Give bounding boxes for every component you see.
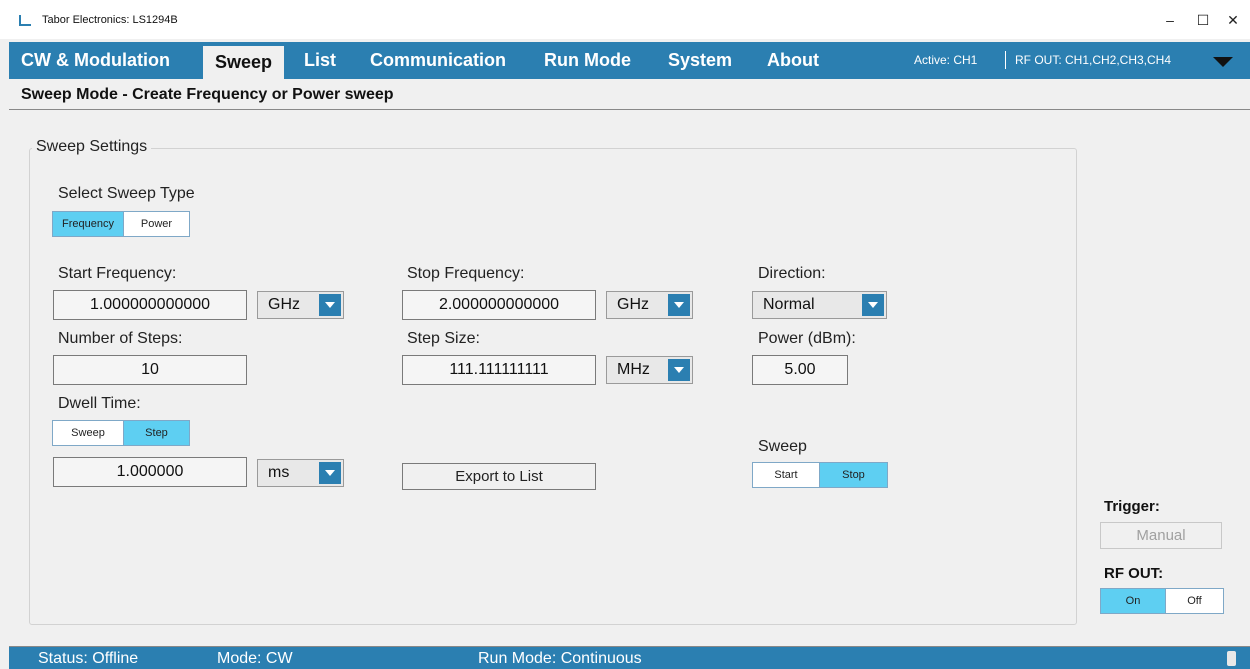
- dwell-mode-toggle: Sweep Step: [52, 420, 190, 446]
- tab-sweep[interactable]: Sweep: [203, 46, 285, 79]
- dwell-step-option[interactable]: Step: [123, 421, 189, 445]
- rf-out-label: RF OUT:: [1104, 565, 1164, 582]
- minimize-button[interactable]: –: [1155, 8, 1185, 32]
- sweep-type-toggle: Frequency Power: [52, 211, 190, 237]
- maximize-button[interactable]: ☐: [1188, 8, 1218, 32]
- tab-list[interactable]: List: [292, 42, 348, 79]
- rf-off-option[interactable]: Off: [1165, 589, 1223, 613]
- connection-icon: [1227, 651, 1236, 666]
- sweep-settings-label: Sweep Settings: [32, 138, 152, 156]
- start-frequency-unit-select[interactable]: GHz: [257, 291, 344, 319]
- stop-frequency-unit-select[interactable]: GHz: [606, 291, 693, 319]
- nav-separator: [1005, 51, 1006, 69]
- page-subheader: Sweep Mode - Create Frequency or Power s…: [9, 79, 1250, 110]
- num-steps-label: Number of Steps:: [58, 330, 183, 347]
- tab-run-mode[interactable]: Run Mode: [532, 42, 643, 79]
- rf-out-channels-info: RF OUT: CH1,CH2,CH3,CH4: [1015, 53, 1172, 67]
- title-bar: Tabor Electronics: LS1294B – ☐ ✕: [0, 0, 1250, 39]
- dwell-sweep-option[interactable]: Sweep: [53, 421, 123, 445]
- direction-value: Normal: [763, 296, 815, 313]
- start-frequency-label: Start Frequency:: [58, 265, 177, 282]
- chevron-down-icon: [668, 294, 690, 316]
- run-mode-status: Run Mode: Continuous: [478, 650, 642, 667]
- close-button[interactable]: ✕: [1218, 8, 1248, 32]
- trigger-label: Trigger:: [1104, 498, 1160, 515]
- page-title: Sweep Mode - Create Frequency or Power s…: [21, 86, 394, 103]
- num-steps-field[interactable]: 10: [53, 355, 247, 385]
- status-bar: Status: Offline Mode: CW Run Mode: Conti…: [9, 646, 1250, 669]
- window-title: Tabor Electronics: LS1294B: [42, 14, 178, 26]
- app-logo-icon: [19, 15, 31, 26]
- step-size-field[interactable]: 111.111111111: [402, 355, 596, 385]
- chevron-down-icon: [862, 294, 884, 316]
- chevron-down-icon: [319, 462, 341, 484]
- sweep-control-label: Sweep: [758, 438, 807, 455]
- rf-out-toggle: On Off: [1100, 588, 1224, 614]
- tab-about[interactable]: About: [755, 42, 831, 79]
- frequency-option[interactable]: Frequency: [53, 212, 123, 236]
- rf-on-option[interactable]: On: [1101, 589, 1165, 613]
- chevron-down-icon: [319, 294, 341, 316]
- tab-system[interactable]: System: [656, 42, 744, 79]
- sweep-start-button[interactable]: Start: [753, 463, 819, 487]
- active-channel-info: Active: CH1: [914, 53, 978, 67]
- stop-frequency-unit: GHz: [617, 296, 649, 313]
- main-nav: CW & Modulation Sweep List Communication…: [9, 42, 1250, 79]
- direction-label: Direction:: [758, 265, 826, 282]
- start-frequency-field[interactable]: 1.000000000000: [53, 290, 247, 320]
- step-size-label: Step Size:: [407, 330, 480, 347]
- power-label: Power (dBm):: [758, 330, 856, 347]
- sweep-stop-button[interactable]: Stop: [819, 463, 887, 487]
- dwell-time-unit-select[interactable]: ms: [257, 459, 344, 487]
- channel-dropdown-icon[interactable]: [1213, 57, 1233, 67]
- dwell-time-unit: ms: [268, 464, 290, 481]
- connection-status: Status: Offline: [38, 650, 139, 667]
- tab-cw-modulation[interactable]: CW & Modulation: [9, 42, 182, 79]
- stop-frequency-field[interactable]: 2.000000000000: [402, 290, 596, 320]
- dwell-time-field[interactable]: 1.000000: [53, 457, 247, 487]
- direction-select[interactable]: Normal: [752, 291, 887, 319]
- power-option[interactable]: Power: [123, 212, 189, 236]
- chevron-down-icon: [668, 359, 690, 381]
- start-frequency-unit: GHz: [268, 296, 300, 313]
- export-to-list-button[interactable]: Export to List: [402, 463, 596, 490]
- dwell-time-label: Dwell Time:: [58, 395, 141, 412]
- sweep-type-label: Select Sweep Type: [58, 185, 195, 202]
- step-size-unit-select[interactable]: MHz: [606, 356, 693, 384]
- stop-frequency-label: Stop Frequency:: [407, 265, 525, 282]
- step-size-unit: MHz: [617, 361, 650, 378]
- tab-communication[interactable]: Communication: [358, 42, 518, 79]
- mode-status: Mode: CW: [217, 650, 293, 667]
- sweep-control-toggle: Start Stop: [752, 462, 888, 488]
- manual-trigger-button[interactable]: Manual: [1100, 522, 1222, 549]
- power-field[interactable]: 5.00: [752, 355, 848, 385]
